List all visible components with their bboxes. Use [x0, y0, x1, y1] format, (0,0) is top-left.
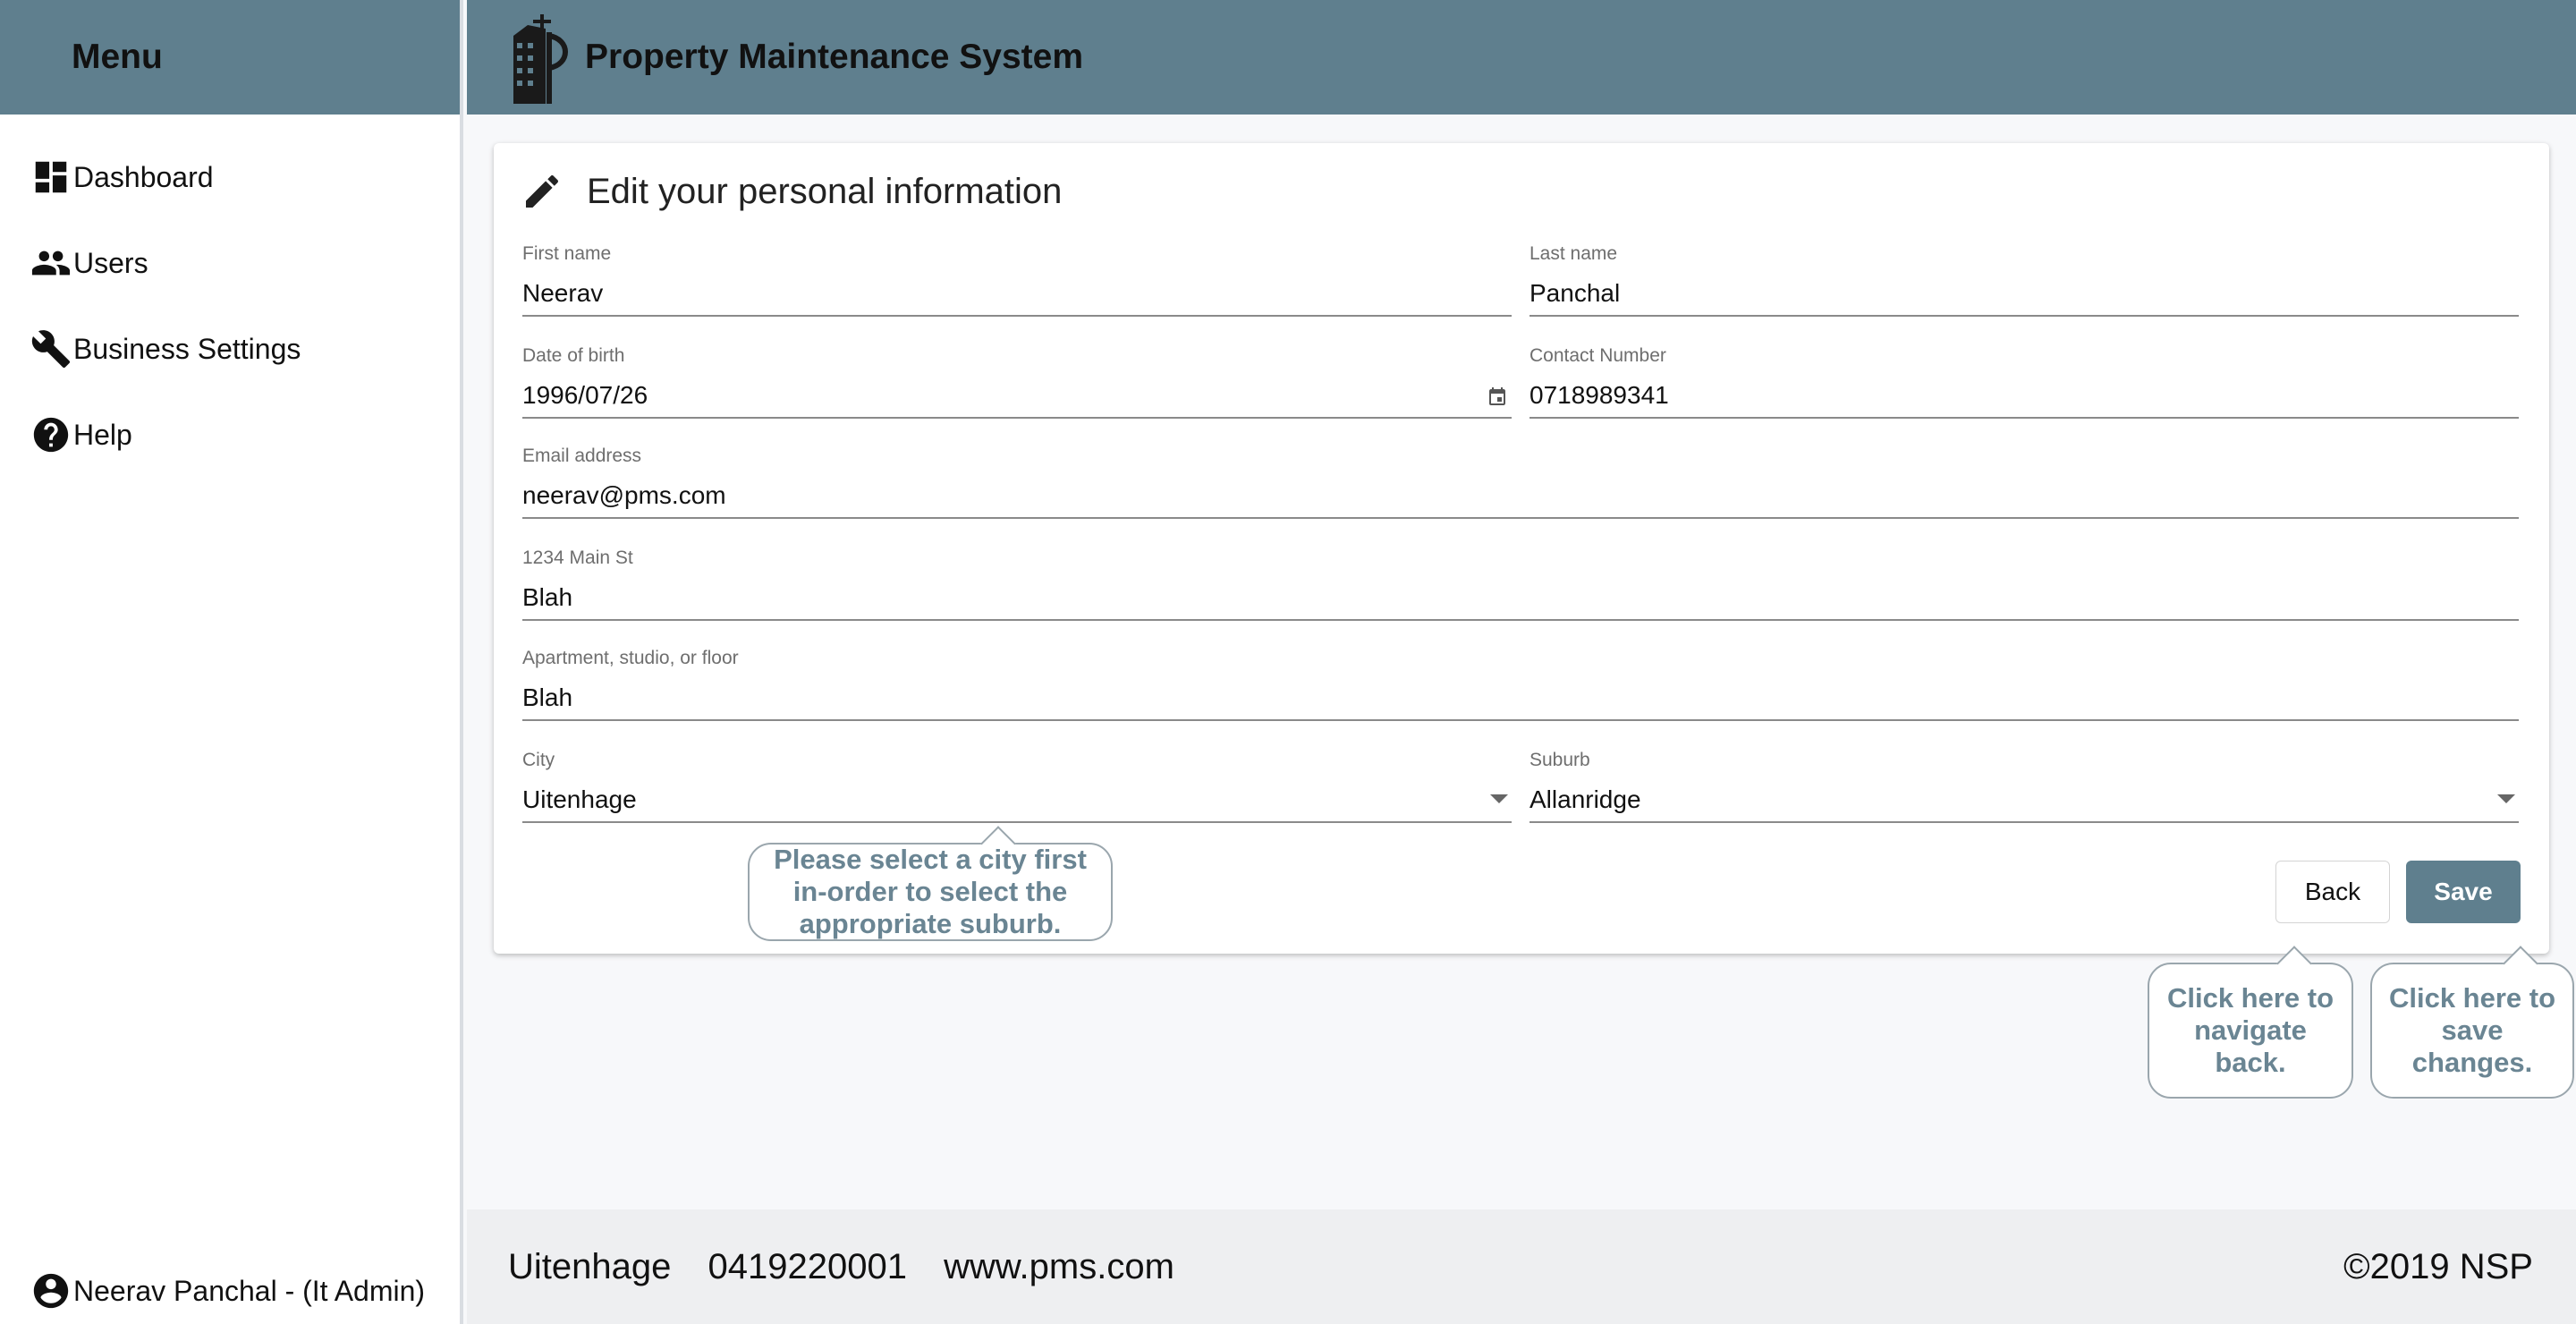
- sidebar-item-dashboard[interactable]: Dashboard: [0, 134, 460, 220]
- footer-copyright: ©2019 NSP: [2343, 1246, 2533, 1286]
- account-circle-icon: [33, 1273, 69, 1309]
- last-name-label: Last name: [1530, 243, 1618, 264]
- email-label: Email address: [522, 446, 642, 466]
- sidebar-nav: Dashboard Users Business Settings Help: [0, 115, 460, 478]
- contact-number-label: Contact Number: [1530, 345, 1666, 366]
- city-select[interactable]: City: [522, 750, 1512, 823]
- date-of-birth-label: Date of birth: [522, 345, 625, 366]
- address-line2-input[interactable]: [522, 683, 2519, 712]
- user-profile[interactable]: Neerav Panchal - (It Admin): [30, 1270, 425, 1311]
- card-title-row: Edit your personal information: [521, 170, 1062, 213]
- footer-contact: Uitenhage 0419220001 www.pms.com: [508, 1247, 1201, 1287]
- back-tooltip: Click here to navigate back.: [2148, 946, 2353, 1099]
- email-input[interactable]: [522, 481, 2519, 510]
- save-button[interactable]: Save: [2406, 861, 2521, 923]
- city-value[interactable]: [522, 785, 1512, 814]
- building-logo-icon: [513, 14, 568, 104]
- card-title: Edit your personal information: [587, 171, 1063, 211]
- help-icon: [30, 414, 72, 455]
- contact-number-field[interactable]: Contact Number: [1530, 345, 2519, 419]
- menu-header: Menu: [0, 0, 460, 115]
- address-line1-field[interactable]: 1234 Main St: [522, 547, 2519, 621]
- city-tooltip: Please select a city first in-order to s…: [748, 826, 1113, 941]
- email-field[interactable]: Email address: [522, 446, 2519, 519]
- sidebar-item-help[interactable]: Help: [0, 392, 460, 478]
- suburb-select[interactable]: Suburb: [1530, 750, 2519, 823]
- wrench-icon: [30, 328, 72, 369]
- suburb-label: Suburb: [1530, 750, 1590, 770]
- city-label: City: [522, 750, 555, 770]
- sidebar-item-label: Help: [73, 418, 132, 451]
- app-title: Property Maintenance System: [585, 38, 1084, 76]
- calendar-icon[interactable]: [1487, 386, 1508, 408]
- page-footer: Uitenhage 0419220001 www.pms.com ©2019 N…: [467, 1209, 2576, 1324]
- city-tooltip-text: Please select a city first in-order to s…: [774, 844, 1087, 939]
- footer-website: www.pms.com: [944, 1246, 1174, 1286]
- app-header: Property Maintenance System: [467, 0, 2576, 115]
- address-line1-input[interactable]: [522, 583, 2519, 612]
- contact-number-input[interactable]: [1530, 381, 2519, 410]
- last-name-field[interactable]: Last name: [1530, 243, 2519, 317]
- pencil-icon: [526, 174, 559, 208]
- dashboard-icon: [30, 157, 72, 198]
- first-name-input[interactable]: [522, 279, 1512, 308]
- sidebar-item-business-settings[interactable]: Business Settings: [0, 306, 460, 392]
- address-line1-label: 1234 Main St: [522, 547, 633, 568]
- menu-title: Menu: [72, 38, 163, 76]
- footer-city: Uitenhage: [508, 1246, 672, 1286]
- address-line2-label: Apartment, studio, or floor: [522, 648, 739, 668]
- sidebar-item-label: Dashboard: [73, 160, 214, 193]
- save-tooltip-text: Click here to save changes.: [2388, 982, 2556, 1078]
- users-icon: [30, 242, 72, 284]
- sidebar: Menu Dashboard Users Business Settings H…: [0, 0, 463, 1324]
- date-of-birth-input[interactable]: [522, 381, 1413, 410]
- address-line2-field[interactable]: Apartment, studio, or floor: [522, 648, 2519, 721]
- sidebar-item-label: Business Settings: [73, 332, 301, 365]
- suburb-value[interactable]: [1530, 785, 2519, 814]
- dropdown-arrow-icon[interactable]: [2497, 794, 2515, 803]
- dropdown-arrow-icon[interactable]: [1490, 794, 1508, 803]
- back-button[interactable]: Back: [2275, 861, 2390, 923]
- edit-profile-card: Edit your personal information First nam…: [494, 143, 2549, 954]
- first-name-field[interactable]: First name: [522, 243, 1512, 317]
- user-name: Neerav Panchal - (It Admin): [73, 1274, 426, 1307]
- date-of-birth-field[interactable]: Date of birth: [522, 345, 1512, 419]
- back-tooltip-text: Click here to navigate back.: [2166, 982, 2334, 1078]
- sidebar-item-label: Users: [73, 246, 148, 279]
- last-name-input[interactable]: [1530, 279, 2519, 308]
- first-name-label: First name: [522, 243, 612, 264]
- save-tooltip: Click here to save changes.: [2370, 946, 2574, 1099]
- sidebar-item-users[interactable]: Users: [0, 220, 460, 306]
- footer-phone: 0419220001: [708, 1246, 907, 1286]
